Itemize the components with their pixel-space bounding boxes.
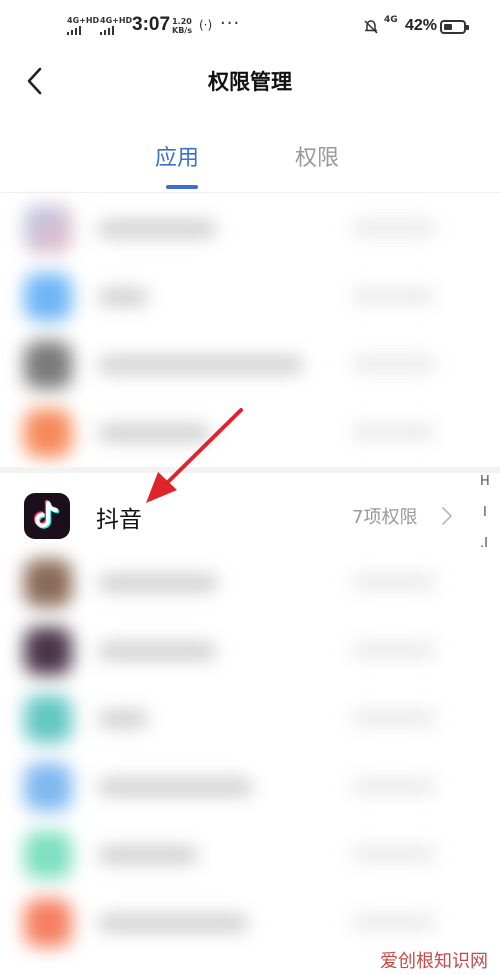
app-name: 抖音 <box>96 507 142 533</box>
index-letter[interactable]: I <box>483 505 487 520</box>
battery-percent: 42% <box>405 17 438 34</box>
app-name-blurred <box>98 289 148 305</box>
permission-count: 7项权限 <box>352 507 418 528</box>
app-permission-blurred <box>352 847 436 861</box>
app-name-blurred <box>98 779 253 795</box>
index-letter[interactable]: .I <box>480 536 488 551</box>
app-icon <box>24 627 72 675</box>
app-name-blurred <box>98 425 210 441</box>
sim1-signal: 4G+HD <box>67 16 99 35</box>
app-icon <box>24 559 72 607</box>
douyin-app-icon <box>24 493 70 539</box>
active-tab-indicator <box>166 185 198 189</box>
list-item[interactable] <box>0 617 500 685</box>
page-title: 权限管理 <box>208 70 292 94</box>
hotspot-icon: (·) <box>199 18 213 32</box>
app-permission-blurred <box>352 915 436 929</box>
app-permission-blurred <box>352 575 436 589</box>
tab-apps[interactable]: 应用 <box>155 140 199 172</box>
list-item[interactable] <box>0 821 500 889</box>
tab-permissions[interactable]: 权限 <box>295 140 339 172</box>
index-letter[interactable]: H <box>480 474 490 489</box>
signal-bars-icon <box>100 26 132 35</box>
status-bar: 4G+HD 4G+HD 3:07 1.20 KB/s (·) ··· 4G 42… <box>0 0 500 56</box>
app-icon <box>24 273 72 321</box>
app-icon <box>24 341 72 389</box>
battery-tip <box>466 25 469 30</box>
sim2-label: 4G+HD <box>100 16 133 25</box>
app-name-blurred <box>98 711 148 727</box>
list-item[interactable] <box>0 331 500 399</box>
speed-value: 1.20 <box>172 17 192 26</box>
app-icon <box>24 831 72 879</box>
app-row-douyin[interactable]: 抖音 7项权限 <box>0 481 500 549</box>
app-permission-blurred <box>352 779 436 793</box>
list-item[interactable] <box>0 399 500 467</box>
app-icon <box>24 695 72 743</box>
app-name-blurred <box>98 221 216 237</box>
speed-unit: KB/s <box>172 26 192 35</box>
app-icon <box>24 899 72 947</box>
list-item[interactable] <box>0 195 500 263</box>
list-item[interactable] <box>0 549 500 617</box>
chevron-right-icon <box>442 507 452 525</box>
app-name-blurred <box>98 847 198 863</box>
app-permission-blurred <box>352 425 436 439</box>
app-permission-blurred <box>352 711 436 725</box>
sim1-label: 4G+HD <box>67 16 100 25</box>
clock: 3:07 <box>132 14 171 35</box>
sim2-signal: 4G+HD <box>100 16 132 35</box>
app-name-blurred <box>98 575 218 591</box>
app-permission-blurred <box>352 357 436 371</box>
app-permission-blurred <box>352 643 436 657</box>
app-name-blurred <box>98 643 216 659</box>
tabs-divider <box>0 192 500 193</box>
app-name-blurred <box>98 357 303 373</box>
list-item[interactable] <box>0 753 500 821</box>
app-name-blurred <box>98 915 248 931</box>
network-speed: 1.20 KB/s <box>172 17 192 35</box>
signal-bars-icon <box>67 26 99 35</box>
app-icon <box>24 409 72 457</box>
more-notifications-icon: ··· <box>220 13 241 34</box>
battery-fill <box>444 24 452 30</box>
app-icon <box>24 763 72 811</box>
mute-bell-icon <box>364 20 378 34</box>
list-item[interactable] <box>0 685 500 753</box>
list-item[interactable] <box>0 263 500 331</box>
battery-icon <box>440 20 469 34</box>
tiktok-note-icon <box>33 499 60 529</box>
section-divider <box>0 467 500 473</box>
app-icon <box>24 205 72 253</box>
app-permission-blurred <box>352 289 436 303</box>
app-permission-blurred <box>352 221 436 235</box>
mobile-data-label: 4G <box>384 15 398 25</box>
watermark: 爱创根知识网 <box>376 947 492 973</box>
